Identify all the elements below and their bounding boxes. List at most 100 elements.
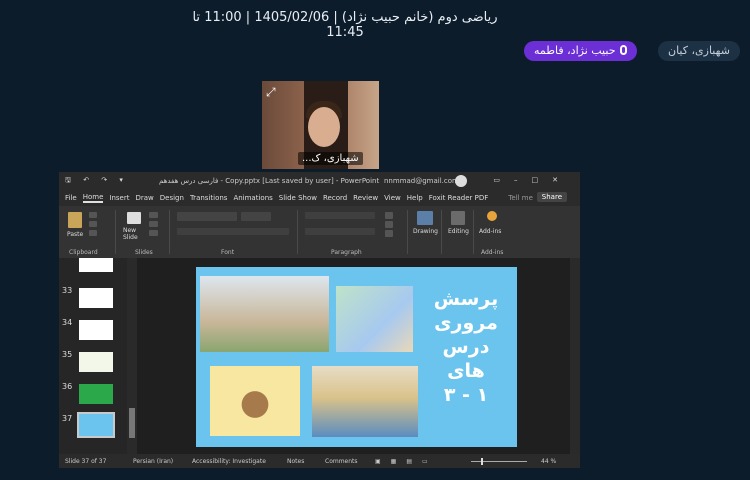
- tab-animations[interactable]: Animations: [233, 194, 272, 202]
- font-format-icons[interactable]: [177, 228, 289, 235]
- tab-slide-show[interactable]: Slide Show: [279, 194, 317, 202]
- slide-image-bear[interactable]: [210, 366, 300, 436]
- video-face: [308, 107, 340, 147]
- addins-button[interactable]: Add-ins: [479, 228, 501, 235]
- group-label-font: Font: [221, 249, 235, 256]
- separator: [115, 210, 116, 254]
- slide-text-line: درس های: [442, 336, 490, 382]
- editing-icon[interactable]: [451, 211, 465, 225]
- tab-design[interactable]: Design: [160, 194, 184, 202]
- tab-insert[interactable]: Insert: [109, 194, 129, 202]
- share-button[interactable]: Share: [536, 192, 567, 202]
- section-icon[interactable]: [149, 230, 158, 236]
- group-label-slides: Slides: [135, 249, 153, 256]
- slide-text-line: پرسش: [433, 288, 499, 310]
- slide-thumbnail[interactable]: [79, 320, 113, 340]
- slide-thumbnail-pane[interactable]: 33 34 35 36 37: [59, 258, 129, 454]
- bullets-icons[interactable]: [305, 212, 375, 219]
- notes-button[interactable]: Notes: [287, 458, 304, 465]
- participant-video[interactable]: ⤢ شهبازی، ک...: [262, 81, 379, 169]
- ribbon-home: Paste New Slide Drawing Editing Add-ins …: [59, 206, 580, 258]
- group-label-paragraph: Paragraph: [331, 249, 362, 256]
- comments-button[interactable]: Comments: [325, 458, 358, 465]
- new-slide-icon[interactable]: [127, 212, 141, 224]
- addins-icon[interactable]: [487, 211, 497, 221]
- smartart-icon[interactable]: [385, 230, 393, 237]
- tab-help[interactable]: Help: [407, 194, 423, 202]
- slide-number: 34: [62, 318, 73, 327]
- scrollbar-thumb[interactable]: [129, 408, 135, 438]
- expand-icon[interactable]: ⤢: [266, 85, 280, 99]
- drawing-button[interactable]: Drawing: [413, 228, 438, 235]
- slide-image-classroom[interactable]: [312, 366, 418, 437]
- paste-icon[interactable]: [68, 212, 82, 228]
- separator: [441, 210, 442, 254]
- document-title: فارسی درس هفدهم - Copy.pptx [Last saved …: [159, 177, 380, 185]
- tab-home[interactable]: Home: [82, 193, 104, 203]
- slide-image-map[interactable]: [336, 286, 413, 352]
- slide-canvas[interactable]: پرسش مروری درس های ۱ - ۳: [196, 267, 517, 447]
- tab-transitions[interactable]: Transitions: [190, 194, 228, 202]
- zoom-slider[interactable]: [471, 461, 527, 462]
- slide-image-family[interactable]: [200, 276, 329, 352]
- title-bar: 🖫 ↶ ↷ ▾ فارسی درس هفدهم - Copy.pptx [Las…: [59, 172, 580, 190]
- slide-number: 36: [62, 382, 73, 391]
- zoom-slider-knob[interactable]: [481, 458, 483, 465]
- slide-number: 33: [62, 286, 73, 295]
- font-size-box[interactable]: [241, 212, 271, 221]
- slide-thumbnail[interactable]: [79, 352, 113, 372]
- view-icons[interactable]: ▣▦▤▭: [375, 458, 438, 465]
- separator: [169, 210, 170, 254]
- slide-thumbnail[interactable]: [79, 258, 113, 272]
- slide-thumbnail-selected[interactable]: [77, 412, 115, 438]
- layout-icon[interactable]: [149, 212, 158, 218]
- separator: [407, 210, 408, 254]
- copy-icon[interactable]: [89, 221, 97, 227]
- tab-review[interactable]: Review: [353, 194, 378, 202]
- slide-scrollbar[interactable]: [570, 258, 580, 454]
- slide-text-line: مروری: [434, 312, 498, 334]
- video-name-label: شهبازی، ک...: [298, 152, 363, 165]
- tab-record[interactable]: Record: [323, 194, 347, 202]
- workspace: 33 34 35 36 37 پرسش مروری درس های ۱ - ۳: [59, 258, 580, 454]
- language-status[interactable]: Persian (Iran): [133, 458, 173, 465]
- window-controls[interactable]: ▭–□✕: [493, 176, 572, 184]
- meeting-title: ریاضی دوم (خانم حبیب نژاد) | 1405/02/06 …: [192, 10, 498, 40]
- participant-name: شهبازی، کیان: [668, 44, 730, 57]
- separator: [297, 210, 298, 254]
- paste-button[interactable]: Paste: [67, 231, 83, 238]
- participant-chip[interactable]: شهبازی، کیان: [658, 41, 740, 61]
- slide-thumbnail[interactable]: [79, 384, 113, 404]
- account-email: nnmmad@gmail.com: [384, 177, 459, 185]
- font-name-box[interactable]: [177, 212, 237, 221]
- reset-icon[interactable]: [149, 221, 158, 227]
- tab-draw[interactable]: Draw: [135, 194, 153, 202]
- slide-number: 35: [62, 350, 73, 359]
- new-slide-button[interactable]: New Slide: [123, 227, 145, 241]
- quick-access-icons[interactable]: 🖫 ↶ ↷ ▾: [65, 176, 128, 187]
- slide-thumbnail[interactable]: [79, 288, 113, 308]
- align-icons[interactable]: [305, 228, 375, 235]
- accessibility-status[interactable]: Accessibility: Investigate: [192, 458, 266, 465]
- editing-button[interactable]: Editing: [448, 228, 469, 235]
- microphone-icon: [619, 45, 627, 55]
- align-text-icon[interactable]: [385, 221, 393, 228]
- slide-counter: Slide 37 of 37: [65, 458, 107, 465]
- tab-foxit[interactable]: Foxit Reader PDF: [429, 194, 489, 202]
- text-direction-icon[interactable]: [385, 212, 393, 219]
- tell-me-search[interactable]: Tell me: [508, 194, 533, 202]
- thumbnail-scrollbar[interactable]: [127, 258, 137, 454]
- tab-file[interactable]: File: [65, 194, 77, 202]
- separator: [473, 210, 474, 254]
- powerpoint-window: 🖫 ↶ ↷ ▾ فارسی درس هفدهم - Copy.pptx [Las…: [59, 172, 580, 468]
- zoom-level[interactable]: 44 %: [541, 458, 556, 465]
- participant-chip-speaking[interactable]: حبیب نژاد، فاطمه: [524, 41, 637, 61]
- account-avatar[interactable]: [455, 175, 467, 187]
- drawing-icon[interactable]: [417, 211, 433, 225]
- group-label-addins: Add-ins: [481, 249, 504, 256]
- tab-view[interactable]: View: [384, 194, 401, 202]
- status-bar: Slide 37 of 37 Persian (Iran) Accessibil…: [59, 454, 580, 468]
- participant-name: حبیب نژاد، فاطمه: [534, 44, 616, 57]
- format-painter-icon[interactable]: [89, 230, 97, 236]
- cut-icon[interactable]: [89, 212, 97, 218]
